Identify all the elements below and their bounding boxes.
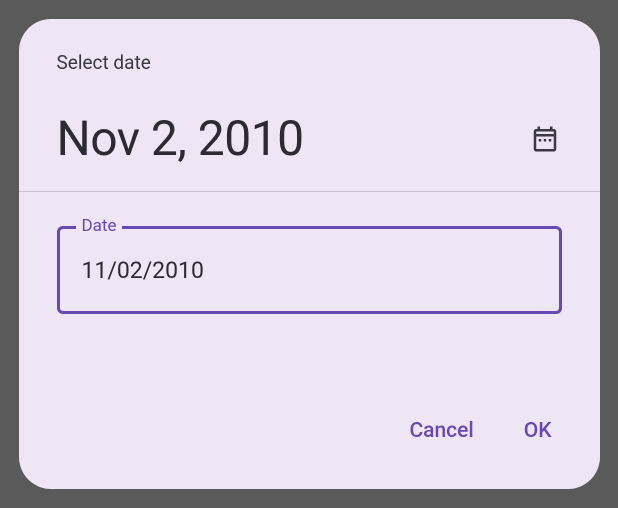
cancel-button[interactable]: Cancel <box>405 411 477 451</box>
input-label: Date <box>76 216 123 236</box>
date-display-row: Nov 2, 2010 <box>57 110 562 167</box>
date-input[interactable] <box>82 257 537 284</box>
dialog-actions: Cancel OK <box>19 411 600 489</box>
ok-button[interactable]: OK <box>520 411 556 451</box>
spacer <box>19 314 600 411</box>
dialog-title: Select date <box>57 51 562 74</box>
selected-date-display: Nov 2, 2010 <box>57 110 304 167</box>
dialog-header: Select date Nov 2, 2010 <box>19 19 600 191</box>
date-input-field[interactable]: Date <box>57 226 562 314</box>
input-section: Date <box>19 192 600 314</box>
date-picker-dialog: Select date Nov 2, 2010 Date Cancel OK <box>19 19 600 489</box>
calendar-icon[interactable] <box>528 122 562 156</box>
